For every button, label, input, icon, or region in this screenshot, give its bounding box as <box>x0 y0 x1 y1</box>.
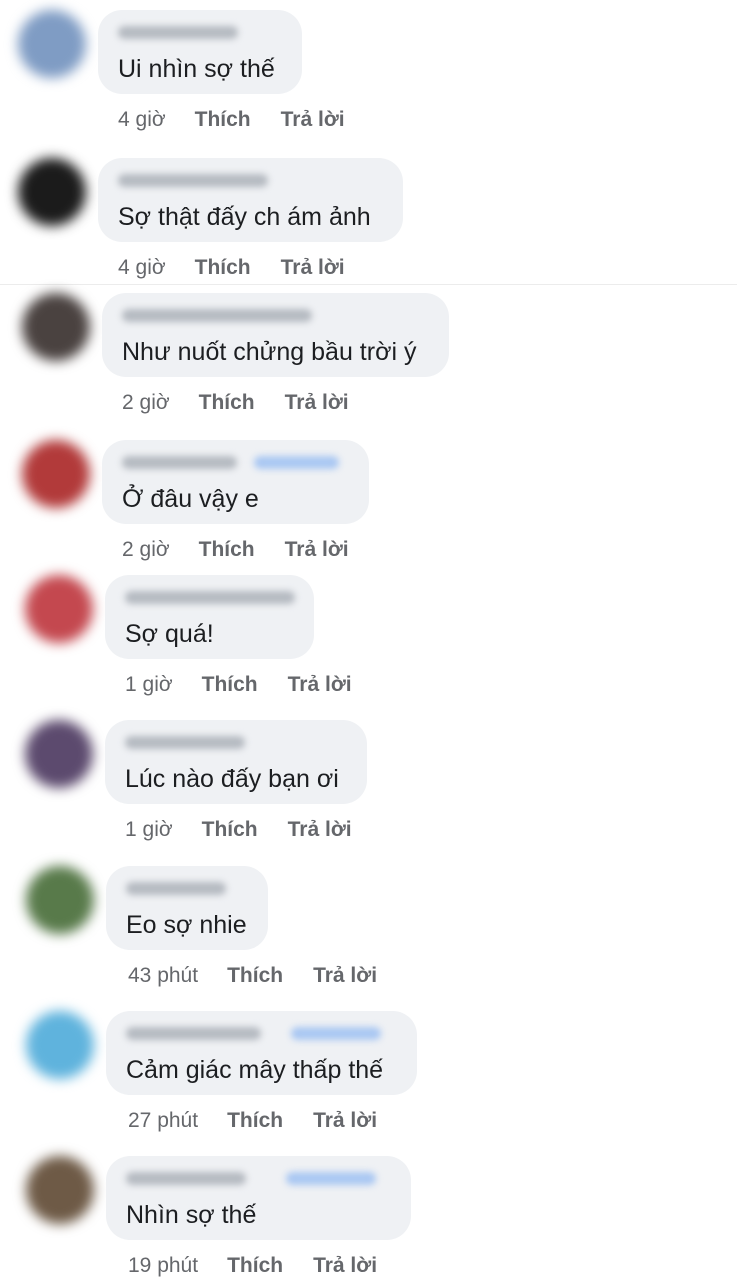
commenter-name-blurred[interactable] <box>126 1027 261 1040</box>
comment-bubble[interactable]: Ở đâu vậy e <box>102 440 369 524</box>
reply-button[interactable]: Trả lời <box>281 107 345 133</box>
commenter-name-blurred[interactable] <box>125 736 245 749</box>
avatar[interactable] <box>22 440 90 508</box>
comment-text: Như nuốt chửng bầu trời ý <box>122 338 417 366</box>
comment-bubble[interactable]: Sợ quá! <box>105 575 314 659</box>
comment-bubble[interactable]: Ui nhìn sợ thế <box>98 10 302 94</box>
comment-time[interactable]: 2 giờ <box>122 390 170 416</box>
follow-link-blurred[interactable] <box>254 456 339 469</box>
like-button[interactable]: Thích <box>199 390 255 416</box>
comment-time[interactable]: 27 phút <box>128 1108 198 1134</box>
reply-button[interactable]: Trả lời <box>285 390 349 416</box>
commenter-name-blurred[interactable] <box>118 174 268 187</box>
comment-bubble[interactable]: Cảm giác mây thấp thế <box>106 1011 417 1095</box>
comment-bubble[interactable]: Sợ thật đấy ch ám ảnh <box>98 158 403 242</box>
like-button[interactable]: Thích <box>199 537 255 563</box>
comment-time[interactable]: 1 giờ <box>125 817 173 843</box>
like-button[interactable]: Thích <box>227 963 283 989</box>
commenter-name-blurred[interactable] <box>126 882 226 895</box>
follow-link-blurred[interactable] <box>286 1172 376 1185</box>
comment-actions: 2 giờ Thích Trả lời <box>122 390 349 416</box>
commenter-name-blurred[interactable] <box>126 1172 246 1185</box>
comment-bubble[interactable]: Eo sợ nhie <box>106 866 268 950</box>
comment-text: Ở đâu vậy e <box>122 485 259 513</box>
comment-time[interactable]: 19 phút <box>128 1253 198 1279</box>
commenter-name-blurred[interactable] <box>118 26 238 39</box>
comment-actions: 19 phút Thích Trả lời <box>128 1253 377 1279</box>
comment-actions: 27 phút Thích Trả lời <box>128 1108 377 1134</box>
avatar[interactable] <box>18 158 86 226</box>
commenter-name-blurred[interactable] <box>122 309 312 322</box>
comment-actions: 2 giờ Thích Trả lời <box>122 537 349 563</box>
comment-text: Cảm giác mây thấp thế <box>126 1056 384 1084</box>
comment-bubble[interactable]: Nhìn sợ thế <box>106 1156 411 1240</box>
comment-actions: 4 giờ Thích Trả lời <box>118 107 345 133</box>
avatar[interactable] <box>25 720 93 788</box>
like-button[interactable]: Thích <box>195 255 251 281</box>
avatar[interactable] <box>25 575 93 643</box>
comment-bubble[interactable]: Như nuốt chửng bầu trời ý <box>102 293 449 377</box>
avatar[interactable] <box>26 1156 94 1224</box>
comment-text: Sợ quá! <box>125 620 214 648</box>
comment-text: Nhìn sợ thế <box>126 1201 257 1229</box>
comment-actions: 43 phút Thích Trả lời <box>128 963 377 989</box>
comment-actions: 1 giờ Thích Trả lời <box>125 817 352 843</box>
commenter-name-blurred[interactable] <box>125 591 295 604</box>
avatar[interactable] <box>22 293 90 361</box>
comment-time[interactable]: 4 giờ <box>118 107 166 133</box>
comment-time[interactable]: 2 giờ <box>122 537 170 563</box>
like-button[interactable]: Thích <box>202 672 258 698</box>
comment-time[interactable]: 43 phút <box>128 963 198 989</box>
comment-text: Sợ thật đấy ch ám ảnh <box>118 203 371 231</box>
reply-button[interactable]: Trả lời <box>313 963 377 989</box>
commenter-name-blurred[interactable] <box>122 456 237 469</box>
reply-button[interactable]: Trả lời <box>288 672 352 698</box>
follow-link-blurred[interactable] <box>291 1027 381 1040</box>
comment-time[interactable]: 1 giờ <box>125 672 173 698</box>
reply-button[interactable]: Trả lời <box>285 537 349 563</box>
avatar[interactable] <box>26 1011 94 1079</box>
comment-text: Lúc nào đấy bạn ơi <box>125 765 339 793</box>
avatar[interactable] <box>18 10 86 78</box>
reply-button[interactable]: Trả lời <box>281 255 345 281</box>
screenshot-seam <box>0 284 737 285</box>
comment-actions: 4 giờ Thích Trả lời <box>118 255 345 281</box>
like-button[interactable]: Thích <box>227 1108 283 1134</box>
comment-text: Ui nhìn sợ thế <box>118 55 275 83</box>
like-button[interactable]: Thích <box>202 817 258 843</box>
reply-button[interactable]: Trả lời <box>313 1253 377 1279</box>
reply-button[interactable]: Trả lời <box>313 1108 377 1134</box>
reply-button[interactable]: Trả lời <box>288 817 352 843</box>
like-button[interactable]: Thích <box>227 1253 283 1279</box>
comment-actions: 1 giờ Thích Trả lời <box>125 672 352 698</box>
comment-text: Eo sợ nhie <box>126 911 247 939</box>
avatar[interactable] <box>26 866 94 934</box>
comment-time[interactable]: 4 giờ <box>118 255 166 281</box>
like-button[interactable]: Thích <box>195 107 251 133</box>
comment-bubble[interactable]: Lúc nào đấy bạn ơi <box>105 720 367 804</box>
